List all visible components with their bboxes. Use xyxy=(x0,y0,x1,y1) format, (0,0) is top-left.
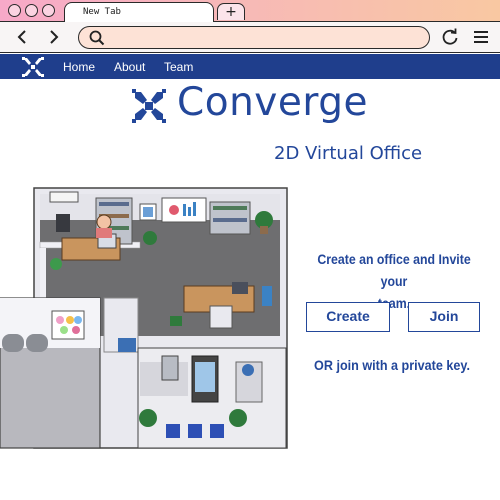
nav-link-about[interactable]: About xyxy=(114,60,145,74)
browser-tab[interactable]: New Tab xyxy=(64,2,214,24)
window-minimize-dot[interactable] xyxy=(25,4,38,17)
forward-arrow-icon[interactable] xyxy=(44,27,64,47)
brand-tagline: 2D Virtual Office xyxy=(274,143,423,164)
window-close-dot[interactable] xyxy=(8,4,21,17)
browser-toolbar xyxy=(0,22,500,53)
cta-line-1: Create an office and Invite your xyxy=(317,251,471,289)
join-button[interactable]: Join xyxy=(408,302,480,332)
back-arrow-icon[interactable] xyxy=(12,27,32,47)
window-maximize-dot[interactable] xyxy=(42,4,55,17)
virtual-office-illustration xyxy=(0,187,288,449)
private-key-link[interactable]: OR join with a private key. xyxy=(302,357,482,373)
brand-title: Converge xyxy=(177,80,368,125)
reload-icon[interactable] xyxy=(440,27,460,47)
browser-tab-bar: New Tab + xyxy=(0,0,500,24)
nav-link-home[interactable]: Home xyxy=(63,60,95,74)
converge-logo-icon[interactable] xyxy=(22,57,44,77)
new-tab-button[interactable]: + xyxy=(217,3,245,20)
nav-link-team[interactable]: Team xyxy=(164,60,193,74)
site-navbar: Home About Team xyxy=(0,54,500,79)
tab-title: New Tab xyxy=(83,7,121,17)
create-button[interactable]: Create xyxy=(306,302,390,332)
converge-logo-icon xyxy=(132,89,166,123)
menu-icon[interactable] xyxy=(471,27,491,47)
search-icon xyxy=(89,30,105,46)
address-bar[interactable] xyxy=(78,26,430,49)
